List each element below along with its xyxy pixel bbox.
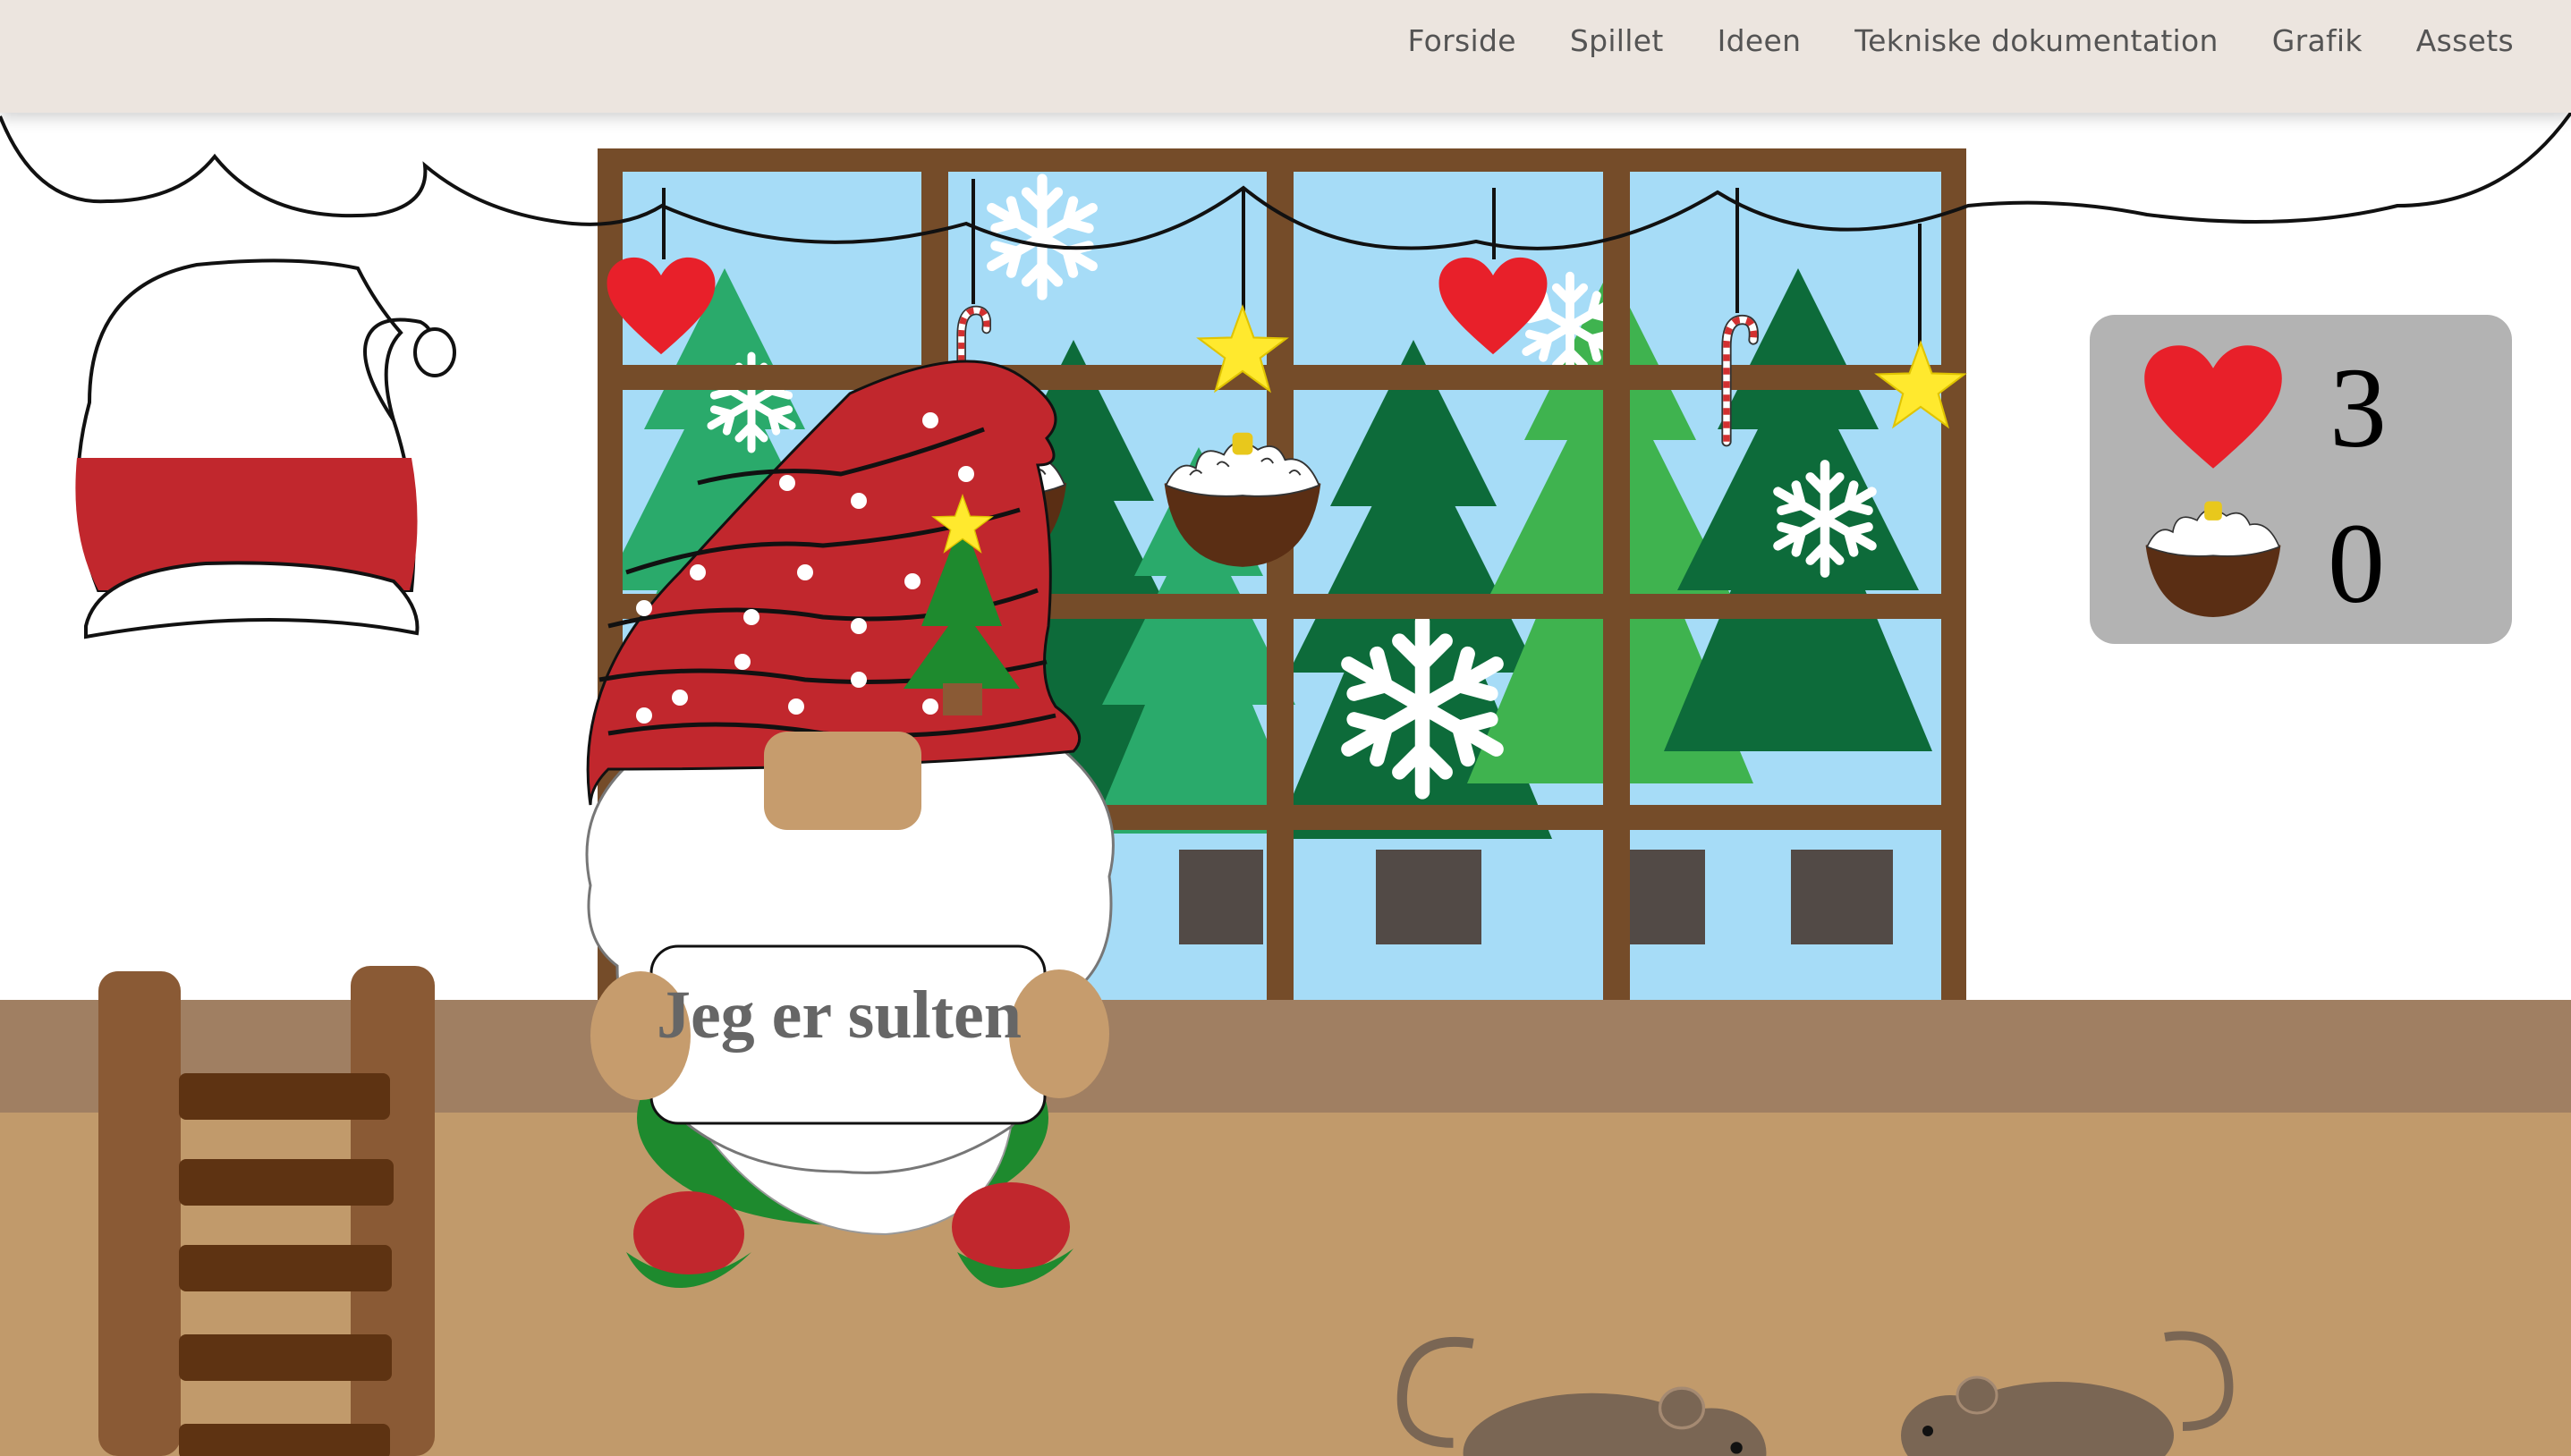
main-nav: Forside Spillet Ideen Tekniske dokumenta… (1408, 23, 2514, 58)
tree-trunk (1630, 850, 1705, 944)
nav-link-assets[interactable]: Assets (2416, 23, 2514, 58)
score-panel: 3 0 (2090, 315, 2512, 644)
pudding-count: 0 (2328, 500, 2385, 627)
nav-link-ideen[interactable]: Ideen (1718, 23, 1802, 58)
tree-trunk (1791, 850, 1893, 944)
nav-link-forside[interactable]: Forside (1408, 23, 1516, 58)
nav-link-spillet[interactable]: Spillet (1570, 23, 1664, 58)
nav-link-grafik[interactable]: Grafik (2272, 23, 2363, 58)
nav-link-tekniske-dokumentation[interactable]: Tekniske dokumentation (1854, 23, 2218, 58)
heart-icon (2144, 345, 2282, 469)
game-scene (0, 0, 2571, 1456)
top-navbar: Forside Spillet Ideen Tekniske dokumenta… (0, 0, 2571, 113)
sign-text: Jeg er sulten (656, 978, 1022, 1053)
tree-trunk (1376, 850, 1481, 944)
lives-count: 3 (2329, 344, 2387, 471)
pudding-icon (2145, 501, 2281, 618)
tree-trunk (1179, 850, 1263, 944)
